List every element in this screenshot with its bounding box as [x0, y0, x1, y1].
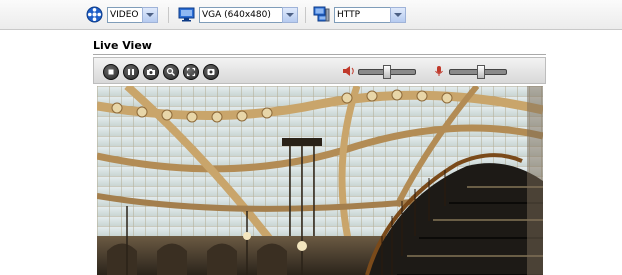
- pause-icon: [128, 69, 134, 75]
- video-control-bar: [93, 57, 546, 84]
- zoom-icon: [166, 67, 176, 77]
- microphone-icon: [435, 66, 443, 76]
- toolbar-divider: [305, 7, 306, 23]
- speaker-icon: [343, 66, 354, 76]
- stop-button[interactable]: [103, 64, 119, 80]
- film-reel-icon: [86, 6, 103, 23]
- fullscreen-icon: [186, 67, 196, 77]
- top-toolbar: VIDEO VGA (640x480) HTTP: [0, 0, 622, 30]
- stream-type-group: VIDEO: [86, 6, 158, 23]
- speaker-volume-knob[interactable]: [383, 65, 391, 79]
- video-frame-image: [97, 86, 543, 275]
- record-button[interactable]: [203, 64, 219, 80]
- resolution-group: VGA (640x480): [178, 6, 298, 23]
- protocol-group: HTTP: [313, 6, 406, 23]
- snapshot-button[interactable]: [143, 64, 159, 80]
- camera-icon: [147, 69, 155, 75]
- pause-button[interactable]: [123, 64, 139, 80]
- record-icon: [207, 69, 215, 75]
- resolution-select[interactable]: VGA (640x480): [199, 7, 297, 23]
- protocol-select[interactable]: HTTP: [334, 7, 404, 23]
- stream-type-select[interactable]: VIDEO: [107, 7, 157, 23]
- zoom-button[interactable]: [163, 64, 179, 80]
- toolbar-divider: [168, 7, 169, 23]
- speaker-volume-control: [342, 65, 418, 79]
- live-video-view[interactable]: [97, 86, 543, 275]
- page-title: Live View: [93, 39, 152, 52]
- microphone-volume-control: [433, 65, 509, 79]
- stop-icon: [108, 69, 114, 75]
- title-divider: [93, 54, 546, 55]
- network-computer-icon: [313, 6, 330, 22]
- monitor-icon: [178, 7, 195, 22]
- microphone-volume-knob[interactable]: [476, 65, 485, 79]
- fullscreen-button[interactable]: [183, 64, 199, 80]
